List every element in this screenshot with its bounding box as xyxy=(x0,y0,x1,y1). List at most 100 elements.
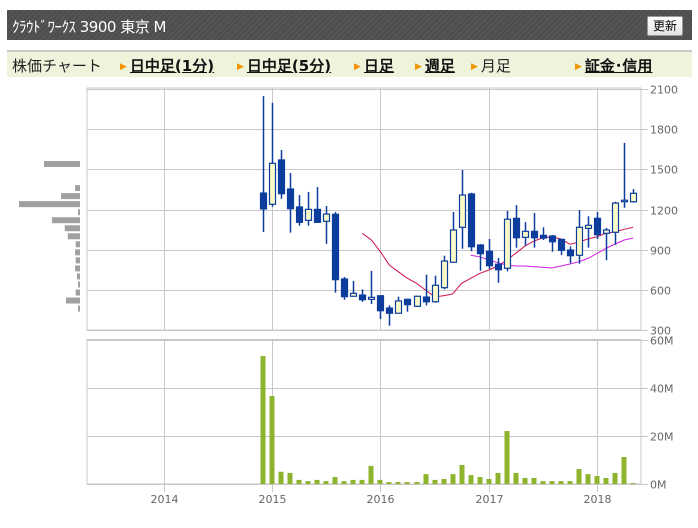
candle-body xyxy=(629,192,638,203)
candle xyxy=(431,275,440,303)
price-tick-label: 2100 xyxy=(650,84,678,97)
candle-body xyxy=(611,202,620,233)
price-volume-bar xyxy=(44,160,80,167)
candle-body xyxy=(440,260,449,289)
price-volume-bar xyxy=(75,185,80,192)
volume-bar xyxy=(513,472,519,484)
volume-bar xyxy=(323,481,329,484)
candle xyxy=(557,238,566,256)
candle xyxy=(259,96,268,232)
volume-bar xyxy=(296,479,302,484)
candle-body xyxy=(593,217,602,236)
candle-body xyxy=(376,295,385,312)
candle-body xyxy=(367,296,376,300)
year-label: 2018 xyxy=(584,493,612,506)
candle xyxy=(458,170,467,249)
candle-body xyxy=(340,278,349,298)
candle-body xyxy=(349,292,358,297)
volume-bar xyxy=(558,481,564,484)
volume-bar xyxy=(603,477,609,484)
price-volume-bar xyxy=(75,257,80,264)
volume-bar xyxy=(477,477,483,484)
candle-body xyxy=(584,224,593,229)
candle xyxy=(494,257,503,283)
candle-body xyxy=(422,296,431,303)
price-volume-bar xyxy=(78,209,80,216)
candle-body xyxy=(322,213,331,222)
volume-bar xyxy=(486,478,492,484)
candle-body xyxy=(358,294,367,301)
volume-bar xyxy=(404,482,410,484)
candle xyxy=(403,298,412,312)
volume-bar xyxy=(531,477,537,484)
candle-body xyxy=(295,206,304,223)
candle xyxy=(521,222,530,247)
candle-body xyxy=(277,159,286,195)
candle-body xyxy=(313,208,322,223)
candle xyxy=(358,289,367,302)
volume-bar xyxy=(314,479,320,484)
candle-body xyxy=(485,250,494,267)
candle-body xyxy=(286,188,295,210)
volume-bar xyxy=(504,431,510,484)
candle-body xyxy=(413,295,422,307)
candle-body xyxy=(494,263,503,271)
volume-bar xyxy=(495,472,501,484)
candle xyxy=(277,150,286,199)
candle xyxy=(620,142,629,208)
volume-bar xyxy=(576,469,582,484)
candle-body xyxy=(521,230,530,238)
price-volume-bar xyxy=(64,225,80,232)
candle-body xyxy=(575,226,584,256)
candle-body xyxy=(602,229,611,234)
price-volume-bar xyxy=(75,265,80,272)
price-volume-bar xyxy=(75,289,80,296)
candle xyxy=(548,234,557,252)
candle xyxy=(575,210,584,264)
year-label: 2015 xyxy=(259,493,287,506)
price-tick-label: 1500 xyxy=(650,164,678,177)
candle-body xyxy=(620,199,629,203)
volume-bar xyxy=(395,482,401,484)
stock-chart: 210018001500120090060030060M40M20M0M2014… xyxy=(19,84,678,506)
candle xyxy=(304,191,313,226)
price-volume-bar xyxy=(61,193,80,200)
candle-body xyxy=(449,229,458,263)
volume-bar xyxy=(567,481,573,484)
candle xyxy=(367,270,376,305)
volume-bar xyxy=(594,476,600,484)
candle xyxy=(385,305,394,326)
candle xyxy=(449,212,458,263)
candle xyxy=(602,227,611,261)
volume-bar xyxy=(386,482,392,484)
volume-bar xyxy=(423,474,429,484)
candle xyxy=(394,296,403,314)
candle xyxy=(512,205,521,248)
candle xyxy=(566,246,575,264)
candle xyxy=(322,206,331,244)
volume-bar xyxy=(630,483,636,484)
candle xyxy=(268,102,277,207)
candle xyxy=(376,295,385,320)
candle-body xyxy=(548,235,557,243)
candle xyxy=(629,189,638,203)
candle-body xyxy=(557,238,566,251)
volume-bar xyxy=(549,481,555,484)
candle-body xyxy=(268,162,277,205)
candle xyxy=(485,238,494,269)
candle-body xyxy=(458,194,467,228)
candle-body xyxy=(394,300,403,314)
candle xyxy=(331,212,340,293)
volume-bar xyxy=(585,474,591,484)
price-volume-bar xyxy=(76,273,80,280)
volume-bar xyxy=(522,477,528,484)
volume-tick-label: 0M xyxy=(650,479,667,492)
volume-bar xyxy=(377,479,383,484)
candle xyxy=(295,195,304,226)
volume-bar xyxy=(368,465,374,484)
price-panel xyxy=(86,87,642,331)
candle-body xyxy=(331,213,340,281)
price-tick-label: 600 xyxy=(650,285,671,298)
candle-body xyxy=(566,249,575,257)
price-volume-bar xyxy=(51,217,80,224)
